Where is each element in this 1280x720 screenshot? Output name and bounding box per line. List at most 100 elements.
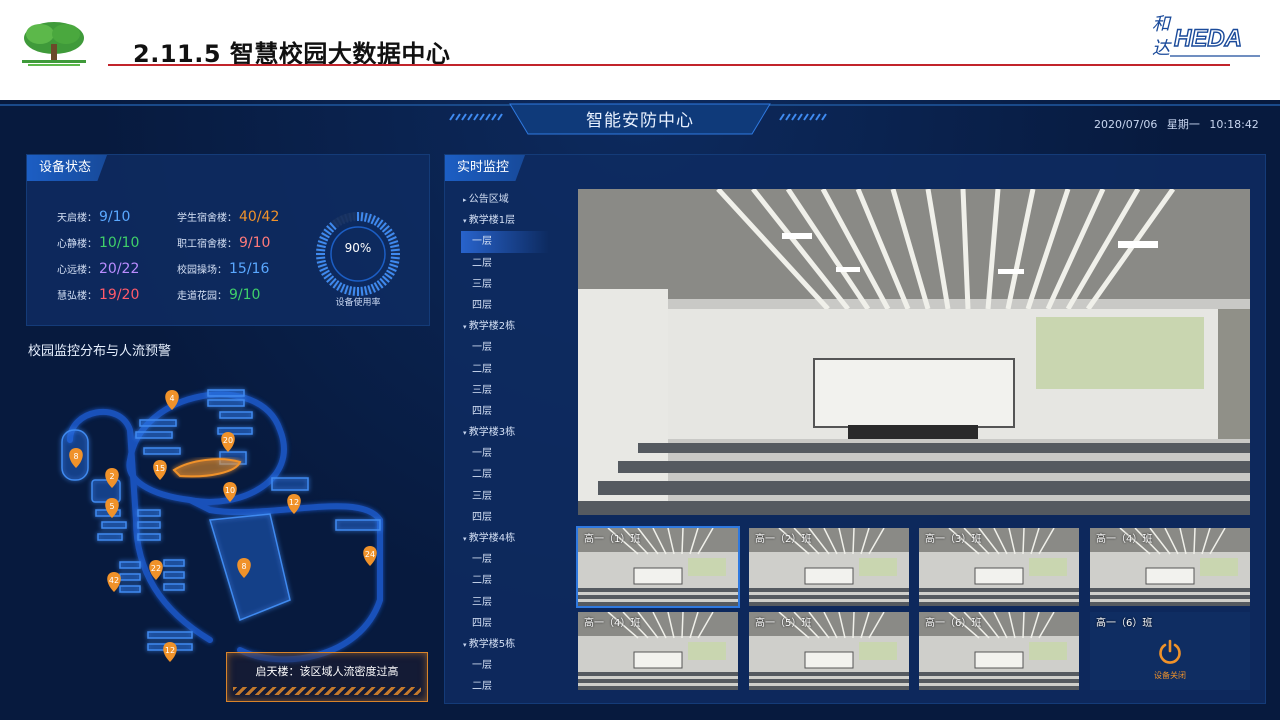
crowd-alert-text: 启天楼：该区域人流密度过高 [255,665,399,678]
camera-thumbnail[interactable]: 高一（2）班 [749,528,909,606]
stat-playground: 校园操场： 15/16 [177,261,269,277]
map-pin-label: 12 [289,498,299,507]
security-dashboard: 智能安防中心 2020/07/06 星期一 10:18:42 设备状态 天启楼：… [0,100,1280,720]
tree-logo-icon [22,22,86,66]
stat-label: 校园操场： [177,265,227,276]
tree-leaf[interactable]: 三层 [463,486,573,507]
time-text: 10:18:42 [1209,118,1259,131]
logo-wordmark: HEDA [1174,25,1242,52]
camera-thumbnail[interactable]: 高一（1）班 [576,526,740,608]
tree-group[interactable]: 公告区域 [463,189,573,210]
live-monitor-panel: 实时监控 公告区域教学楼1层一层二层三层四层教学楼2栋一层二层三层四层教学楼3栋… [444,154,1266,704]
stat-huihong: 慧弘楼： 19/20 [57,287,139,303]
map-pin-label: 22 [151,564,161,573]
map-pin-label: 15 [155,464,165,473]
stat-xinjing: 心静楼： 10/10 [57,235,139,251]
tree-leaf[interactable]: 一层 [461,231,549,253]
map-pin[interactable]: 24 [363,546,377,566]
thumbnail-label: 高一（6）班 [925,618,982,629]
dashboard-title: 智能安防中心 [586,111,694,131]
stat-value: 9/10 [99,209,131,225]
tree-leaf[interactable]: 四层 [463,295,573,316]
tree-leaf[interactable]: 四层 [463,401,573,422]
gauge-tick [352,212,356,222]
map-pin-label: 20 [223,436,233,445]
tree-leaf[interactable]: 一层 [463,549,573,570]
stat-value: 20/22 [99,261,140,277]
device-status-tab[interactable]: 设备状态 [27,155,108,181]
stat-label: 天启楼： [57,213,97,224]
tree-leaf[interactable]: 四层 [463,613,573,634]
stat-value: 15/16 [229,261,270,277]
gauge-tick [316,256,326,260]
tree-group[interactable]: 教学楼3栋 [463,422,573,443]
map-pin-label: 4 [169,394,174,403]
tree-leaf[interactable]: 二层 [463,253,573,274]
tree-leaf[interactable]: 一层 [463,337,573,358]
crowd-alert[interactable]: 启天楼：该区域人流密度过高 [226,652,428,702]
thumbnail-label: 高一（4）班 [584,618,641,629]
camera-thumbnail[interactable]: 高一（4）班 [578,612,738,690]
stat-tianqi: 天启楼： 9/10 [57,209,130,225]
dashboard-topbar: 智能安防中心 2020/07/06 星期一 10:18:42 [0,100,1280,140]
tree-leaf[interactable]: 三层 [463,274,573,295]
classroom-feed-image [578,189,1250,515]
tree-group[interactable]: 教学楼5栋 [463,634,573,655]
stat-student-dorm: 学生宿舍楼： 40/42 [177,209,279,225]
tree-group[interactable]: 教学楼2栋 [463,316,573,337]
map-pin-label: 10 [225,486,235,495]
device-status-panel: 设备状态 天启楼： 9/10 心静楼： 10/10 心远楼： 20/22 慧弘楼： 19… [26,154,430,326]
stat-label: 慧弘楼： [57,291,97,302]
map-pin[interactable]: 20 [221,432,235,452]
usage-label: 设备使用率 [335,298,381,308]
stat-garden: 走道花园： 9/10 [177,287,260,303]
gauge-tick [360,212,364,222]
stat-label: 心远楼： [57,265,97,276]
thumbnail-label: 高一（2）班 [755,534,812,545]
tree-leaf[interactable]: 一层 [463,443,573,464]
tree-leaf[interactable]: 三层 [463,380,573,401]
live-monitor-tab[interactable]: 实时监控 [445,155,526,181]
tree-leaf[interactable]: 二层 [463,570,573,591]
stat-value: 10/10 [99,235,140,251]
tree-leaf[interactable]: 二层 [463,676,573,697]
stat-xinyuan: 心远楼： 20/22 [57,261,139,277]
camera-thumbnail[interactable]: 高一（5）班 [749,612,909,690]
map-pin-label: 42 [109,576,119,585]
main-video-feed[interactable] [578,189,1250,515]
camera-thumbnail[interactable]: 高一（4）班 [1090,528,1250,606]
camera-thumbnail[interactable]: 高一（6）班 [919,612,1079,690]
map-pin-label: 8 [73,452,78,461]
offline-camera-tile[interactable]: 高一（6）班 设备关闭 [1090,612,1250,690]
stat-label: 学生宿舍楼： [177,213,237,224]
tree-leaf[interactable]: 三层 [463,592,573,613]
tree-leaf[interactable]: 二层 [463,464,573,485]
tree-leaf[interactable]: 一层 [463,655,573,676]
map-pin-label: 2 [109,472,114,481]
stat-staff-dorm: 职工宿舍楼： 9/10 [177,235,270,251]
heda-logo: 和 达 HEDA [1152,14,1260,59]
tree-group[interactable]: 教学楼1层 [463,210,573,231]
map-pin-label: 5 [109,502,114,511]
stat-value: 40/42 [239,209,280,225]
campus-map: 4 8 20 15 2 10 12 5 24 22 8 42 12 [61,389,383,663]
map-pin-label: 8 [241,562,246,571]
dashboard-title-box: 智能安防中心 [510,100,770,136]
power-icon[interactable] [1156,638,1184,666]
tree-leaf[interactable]: 二层 [463,359,573,380]
stat-label: 走道花园： [177,291,227,302]
datetime: 2020/07/06 星期一 10:18:42 [1094,116,1265,132]
map-pin[interactable]: 12 [163,642,177,662]
weekday-text: 星期一 [1166,118,1200,131]
logo-char-1: 和 [1152,14,1172,35]
map-pin[interactable]: 42 [107,572,121,592]
camera-thumbnail[interactable]: 高一（3）班 [919,528,1079,606]
tree-leaf[interactable]: 四层 [463,507,573,528]
stat-label: 心静楼： [57,239,97,250]
map-pin-label: 24 [365,550,375,559]
gauge-tick [390,256,400,260]
stat-value: 19/20 [99,287,140,303]
tree-group[interactable]: 教学楼4栋 [463,528,573,549]
stat-value: 9/10 [239,235,271,251]
map-pin[interactable]: 15 [153,460,167,480]
